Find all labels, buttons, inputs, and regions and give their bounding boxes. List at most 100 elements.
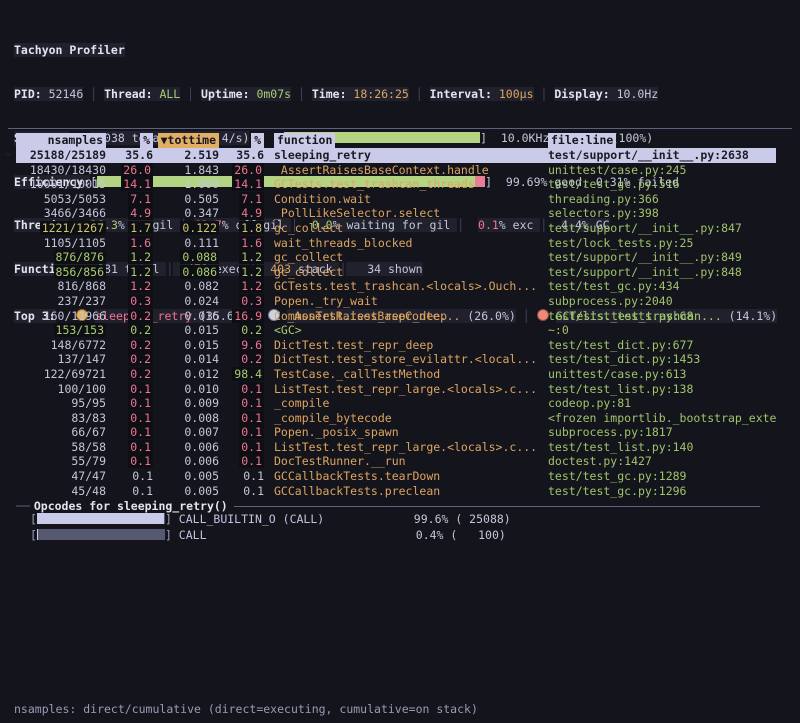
cell-tt: 0.007 <box>153 425 219 440</box>
col-header-tottime-sorted[interactable]: ▼tottime <box>153 133 219 148</box>
table-row[interactable]: 137/1470.20.0140.2DictTest.test_store_ev… <box>16 352 776 367</box>
cell-p2: 0.1 <box>219 454 264 469</box>
table-row[interactable]: 18430/1843026.01.84326.0_AssertRaisesBas… <box>16 163 776 178</box>
col-header-function[interactable]: function <box>264 133 548 148</box>
table-row[interactable]: 1105/11051.60.1111.6wait_threads_blocked… <box>16 236 776 251</box>
cell-ns: 55/79 <box>16 454 106 469</box>
cell-fn: Condition.wait <box>264 192 548 207</box>
cell-p1: 1.2 <box>106 279 153 294</box>
cell-file: unittest/case.py:613 <box>548 367 776 382</box>
cell-p2: 0.1 <box>219 440 264 455</box>
cell-file: unittest/case.py:245 <box>548 163 776 178</box>
cell-tt: 0.005 <box>153 484 219 499</box>
cell-fn: _PollLikeSelector.select <box>264 206 548 221</box>
cell-file: test/list_tests.py:68 <box>548 309 776 324</box>
table-row[interactable]: 1221/12671.70.1221.8gc_collecttest/suppo… <box>16 221 776 236</box>
cell-fn: GCTests.test_trashcan.<locals>.Ouch... <box>264 279 548 294</box>
cell-fn: DictTest.test_store_evilattr.<local... <box>264 352 548 367</box>
cell-fn: GCCallbackTests.preclean <box>264 484 548 499</box>
table-row[interactable]: 66/670.10.0070.1Popen._posix_spawnsubpro… <box>16 425 776 440</box>
cell-ns: 876/876 <box>16 250 106 265</box>
cell-p1: 14.1 <box>106 177 153 192</box>
cell-tt: 0.006 <box>153 454 219 469</box>
table-row[interactable]: 160/119660.20.01616.9CommonTest.test_rep… <box>16 309 776 324</box>
table-row[interactable]: 148/67720.20.0159.6DictTest.test_repr_de… <box>16 338 776 353</box>
cell-file: test/test_dict.py:1453 <box>548 352 776 367</box>
table-row[interactable]: 95/950.10.0090.1_compilecodeop.py:81 <box>16 396 776 411</box>
cell-file: test/test_gc.py:1296 <box>548 484 776 499</box>
table-row[interactable]: 237/2370.30.0240.3Popen._try_waitsubproc… <box>16 294 776 309</box>
table-row[interactable]: 47/470.10.0050.1GCCallbackTests.tearDown… <box>16 469 776 484</box>
cell-tt: 0.008 <box>153 411 219 426</box>
cell-tt: 0.016 <box>153 309 219 324</box>
table-row[interactable]: 876/8761.20.0881.2gc_collecttest/support… <box>16 250 776 265</box>
table-row[interactable]: 5053/50537.10.5057.1Condition.waitthread… <box>16 192 776 207</box>
cell-ns: 856/856 <box>16 265 106 280</box>
col-header-nsamples[interactable]: nsamples <box>16 133 106 148</box>
cell-p2: 0.1 <box>219 411 264 426</box>
cell-fn: ListTest.test_repr_large.<locals>.c... <box>264 382 548 397</box>
table-row[interactable]: ─▶25188/2518935.62.51935.6sleeping_retry… <box>16 148 776 163</box>
cell-fn: _AssertRaisesBaseContext.handle <box>264 163 548 178</box>
cell-file: threading.py:366 <box>548 192 776 207</box>
table-row[interactable]: 10001/1001514.11.00014.1GCTests.test_tra… <box>16 177 776 192</box>
cell-p1: 0.2 <box>106 338 153 353</box>
col-header-pct-direct[interactable]: % <box>106 133 153 148</box>
cell-tt: 0.005 <box>153 469 219 484</box>
cell-p1: 1.2 <box>106 265 153 280</box>
cell-ns: 1221/1267 <box>16 221 106 236</box>
cell-file: <frozen importlib._bootstrap_externa <box>548 411 776 426</box>
cell-fn: gc_collect <box>264 250 548 265</box>
cell-file: doctest.py:1427 <box>548 454 776 469</box>
cell-p1: 0.1 <box>106 454 153 469</box>
cell-tt: 0.086 <box>153 265 219 280</box>
opcode-rows: [] CALL_BUILTIN_O (CALL)99.6% ( 25088)[]… <box>30 512 506 543</box>
footer-legend: nsamples: direct/cumulative (direct=exec… <box>14 702 478 716</box>
table-row[interactable]: 856/8561.20.0861.2gc_collecttest/support… <box>16 265 776 280</box>
cell-p2: 14.1 <box>219 177 264 192</box>
table-row[interactable]: 83/830.10.0080.1_compile_bytecode<frozen… <box>16 411 776 426</box>
footer-help: nsamples: direct/cumulative (direct=exec… <box>14 673 478 723</box>
table-row[interactable]: 45/480.10.0050.1GCCallbackTests.preclean… <box>16 484 776 499</box>
cell-ns: 58/58 <box>16 440 106 455</box>
table-row[interactable]: 55/790.10.0060.1DocTestRunner.__rundocte… <box>16 454 776 469</box>
cell-ns: 3466/3466 <box>16 206 106 221</box>
cell-file: test/test_gc.py:434 <box>548 279 776 294</box>
cell-tt: 0.082 <box>153 279 219 294</box>
opcode-row: [] CALL_BUILTIN_O (CALL)99.6% ( 25088) <box>30 512 506 528</box>
cell-ns: 148/6772 <box>16 338 106 353</box>
table-row[interactable]: 153/1530.20.0150.2<GC>~:0 <box>16 323 776 338</box>
table-row[interactable]: 816/8681.20.0821.2GCTests.test_trashcan.… <box>16 279 776 294</box>
profiler-screen: Tachyon Profiler PID: 52146 │ Thread: AL… <box>0 0 800 723</box>
col-header-pct-cumulative[interactable]: % <box>219 133 264 148</box>
cell-ns: 10001/10015 <box>16 177 106 192</box>
cell-file: test/support/__init__.py:848 <box>548 265 776 280</box>
cell-ns: 83/83 <box>16 411 106 426</box>
cell-p2: 1.2 <box>219 265 264 280</box>
cell-p2: 1.2 <box>219 250 264 265</box>
col-header-file-line[interactable]: file:line <box>548 133 776 148</box>
cell-ns: 816/868 <box>16 279 106 294</box>
cell-p1: 0.1 <box>106 484 153 499</box>
table-row[interactable]: 122/697210.20.01298.4TestCase._callTestM… <box>16 367 776 382</box>
cell-p1: 1.6 <box>106 236 153 251</box>
cell-file: codeop.py:81 <box>548 396 776 411</box>
opcode-usage-bar <box>37 529 165 540</box>
cell-p1: 0.1 <box>106 396 153 411</box>
cell-p2: 35.6 <box>219 148 264 163</box>
cell-file: ~:0 <box>548 323 776 338</box>
cell-p1: 1.7 <box>106 221 153 236</box>
cell-p1: 0.2 <box>106 352 153 367</box>
table-row[interactable]: 3466/34664.90.3474.9_PollLikeSelector.se… <box>16 206 776 221</box>
table-row[interactable]: 100/1000.10.0100.1ListTest.test_repr_lar… <box>16 382 776 397</box>
cell-file: test/test_gc.py:1289 <box>548 469 776 484</box>
cell-ns: 160/11966 <box>16 309 106 324</box>
cell-p1: 0.2 <box>106 309 153 324</box>
app-title-line: Tachyon Profiler <box>14 43 790 58</box>
cell-tt: 0.505 <box>153 192 219 207</box>
cell-ns: 47/47 <box>16 469 106 484</box>
table-row[interactable]: 58/580.10.0060.1ListTest.test_repr_large… <box>16 440 776 455</box>
cell-p2: 98.4 <box>219 367 264 382</box>
cell-ns: 18430/18430 <box>16 163 106 178</box>
cell-tt: 1.843 <box>153 163 219 178</box>
